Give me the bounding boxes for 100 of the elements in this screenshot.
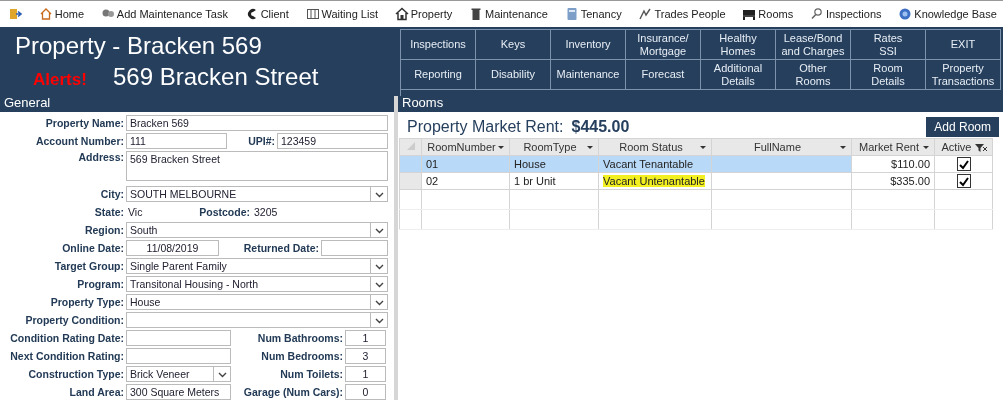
nav-button[interactable]: Other Rooms (776, 60, 851, 90)
input-field[interactable] (126, 330, 231, 346)
field-label: Target Group: (53, 260, 125, 272)
input-field[interactable]: 11/08/2019 (126, 240, 219, 256)
field-label: UPI#: (247, 135, 276, 147)
toolbar-button[interactable]: Tenancy (562, 3, 624, 25)
nav-button[interactable]: Reporting (401, 60, 476, 90)
column-header[interactable]: Active (934, 138, 993, 156)
column-header[interactable]: Room Status (598, 138, 712, 156)
input-field[interactable]: 123459 (277, 133, 388, 149)
field-label: City: (99, 188, 125, 200)
sort-arrow-icon (586, 144, 594, 150)
input-field[interactable]: 3 (345, 348, 386, 364)
dropdown-field[interactable]: Transitonal Housing - North (126, 276, 388, 292)
column-header[interactable]: RoomNumber (421, 138, 510, 156)
field-label: Account Number: (34, 135, 125, 147)
dropdown-field[interactable]: SOUTH MELBOURNE (126, 186, 388, 202)
field-label: Next Condition Rating: (9, 350, 125, 362)
field-label: Num Bathrooms: (256, 332, 344, 344)
house-icon (394, 7, 409, 21)
input-field[interactable] (126, 348, 231, 364)
input-field[interactable]: 1 (345, 366, 386, 382)
nav-button[interactable]: Inspections (401, 30, 476, 60)
door-icon (8, 7, 22, 21)
toolbar-button[interactable]: Rooms (740, 3, 796, 25)
section-heading: General (0, 96, 394, 112)
field-label: Address: (77, 151, 125, 163)
toolbar-button[interactable]: Trades People (636, 3, 728, 25)
nav-button[interactable]: Inventory (551, 30, 626, 60)
check-icon (957, 158, 970, 170)
toolbar-button[interactable]: Home (36, 3, 87, 25)
field-value: 3205 (253, 206, 278, 218)
checkbox[interactable] (956, 174, 971, 189)
checkbox[interactable] (956, 157, 971, 172)
section-heading: Rooms (398, 96, 1003, 112)
field-label: Land Area: (68, 386, 125, 398)
rent-value: $445.00 (571, 118, 630, 135)
globe-icon (898, 7, 913, 21)
nav-button[interactable]: Room Details (851, 60, 926, 90)
field-label: Region: (83, 224, 125, 236)
input-field[interactable]: 0 (345, 384, 386, 400)
input-field[interactable]: 1 (345, 330, 386, 346)
column-header[interactable]: RoomType (509, 138, 599, 156)
page-title: Property - Bracken 569 (15, 31, 262, 61)
house-icon (38, 7, 53, 21)
search-icon (809, 7, 824, 21)
field-label: Garage (Num Cars): (242, 386, 344, 398)
nav-button[interactable]: Keys (476, 30, 551, 60)
column-header[interactable]: Market Rent (851, 138, 935, 156)
nav-button[interactable]: Forecast (626, 60, 701, 90)
field-label: Num Toilets: (279, 368, 344, 380)
field-label: Program: (76, 278, 125, 290)
nav-button[interactable]: Maintenance (551, 60, 626, 90)
add-room-button[interactable]: Add Room (926, 117, 999, 137)
toolbar-button[interactable]: Knowledge Base (896, 3, 999, 25)
nav-button[interactable]: Insurance/ Mortgage (626, 30, 701, 60)
dropdown-field[interactable]: South (126, 222, 388, 238)
check-icon (957, 175, 970, 187)
toolbar-button[interactable]: Property (392, 3, 455, 25)
dropdown-field[interactable] (126, 312, 388, 328)
dropdown-field[interactable]: Single Parent Family (126, 258, 388, 274)
table-cell: 1 br Unit (509, 172, 599, 190)
nav-button[interactable]: Additional Details (701, 60, 776, 90)
toolbar-button[interactable]: Client (242, 3, 291, 25)
field-label: Online Date: (61, 242, 125, 254)
nav-button[interactable]: Property Transactions (926, 60, 1001, 90)
nav-button[interactable]: Rates SSI (851, 30, 926, 60)
bed-icon (742, 7, 757, 21)
field-label: Construction Type: (27, 368, 125, 380)
toolbar-button[interactable]: Waiting List (303, 3, 380, 25)
dropdown-field[interactable]: Brick Veneer (126, 366, 231, 382)
field-label: State: (93, 206, 125, 218)
field-label: Num Bedrooms: (260, 350, 344, 362)
toolbar-button[interactable]: Inspections (807, 3, 884, 25)
columns-icon (305, 7, 320, 21)
field-value: Vic (127, 206, 144, 218)
input-field[interactable] (321, 240, 388, 256)
input-field[interactable]: 569 Bracken Street (126, 151, 388, 181)
nav-button[interactable]: Healthy Homes (701, 30, 776, 60)
input-field[interactable]: 300 Square Meters (126, 384, 231, 400)
nav-button[interactable]: Disability (476, 60, 551, 90)
field-label: Property Condition: (24, 314, 125, 326)
sort-arrow-icon (497, 144, 505, 150)
input-field[interactable]: Bracken 569 (126, 115, 388, 131)
field-label: Postcode: (198, 206, 251, 218)
input-field[interactable]: 111 (126, 133, 227, 149)
column-header[interactable]: FullName (711, 138, 852, 156)
sort-arrow-icon (922, 144, 930, 150)
field-label: Condition Rating Date: (9, 332, 125, 344)
nav-button[interactable]: Lease/Bond and Charges (776, 30, 851, 60)
toolbar-button[interactable]: Add Maintenance Task (98, 3, 230, 25)
field-label: Returned Date: (242, 242, 320, 254)
dropdown-field[interactable]: House (126, 294, 388, 310)
sort-arrow-icon (839, 144, 847, 150)
sort-arrow-icon (699, 144, 707, 150)
bin-icon (469, 7, 483, 21)
field-label: Property Type: (49, 296, 125, 308)
nav-button[interactable]: EXIT (926, 30, 1001, 60)
rent-label: Property Market Rent: (407, 118, 564, 135)
toolbar-button[interactable]: Maintenance (467, 3, 550, 25)
